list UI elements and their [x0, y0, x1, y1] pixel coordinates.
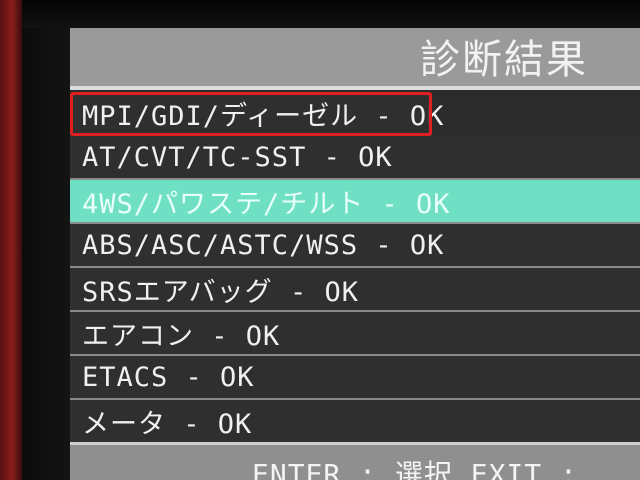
result-item-label: 4WS/パワステ/チルト - OK: [82, 188, 451, 220]
page-title: 診断結果: [420, 37, 588, 83]
result-item-label: ETACS - OK: [82, 361, 255, 393]
result-item-label: AT/CVT/TC-SST - OK: [82, 141, 393, 173]
result-item-label: SRSエアバッグ - OK: [82, 276, 359, 308]
result-item-etacs[interactable]: ETACS - OK: [70, 356, 640, 400]
result-item-abs[interactable]: ABS/ASC/ASTC/WSS - OK: [70, 224, 640, 268]
key-hint-bar: ENTER : 選択 EXIT :: [70, 442, 640, 480]
result-item-label: ABS/ASC/ASTC/WSS - OK: [82, 229, 445, 261]
screen-header: 診断結果: [70, 28, 640, 90]
result-item-aircon[interactable]: エアコン - OK: [70, 312, 640, 356]
result-item-steering[interactable]: 4WS/パワステ/チルト - OK: [70, 180, 640, 224]
device-bezel-left: [0, 0, 22, 480]
diagnostic-screen: 診断結果 MPI/GDI/ディーゼル - OK AT/CVT/TC-SST - …: [70, 28, 640, 480]
result-item-meter[interactable]: メータ - OK: [70, 400, 640, 444]
key-hint-text: ENTER : 選択 EXIT :: [252, 458, 578, 480]
result-item-transmission[interactable]: AT/CVT/TC-SST - OK: [70, 136, 640, 180]
device-bezel-edge: [22, 0, 70, 480]
result-item-engine[interactable]: MPI/GDI/ディーゼル - OK: [70, 92, 443, 136]
result-item-srs-airbag[interactable]: SRSエアバッグ - OK: [70, 268, 640, 312]
device-bezel-top: [22, 0, 640, 28]
result-item-label: メータ - OK: [82, 408, 253, 440]
diagnosis-result-list: MPI/GDI/ディーゼル - OK AT/CVT/TC-SST - OK 4W…: [70, 92, 640, 444]
result-item-label: エアコン - OK: [82, 320, 281, 352]
result-item-label: MPI/GDI/ディーゼル - OK: [82, 100, 445, 132]
